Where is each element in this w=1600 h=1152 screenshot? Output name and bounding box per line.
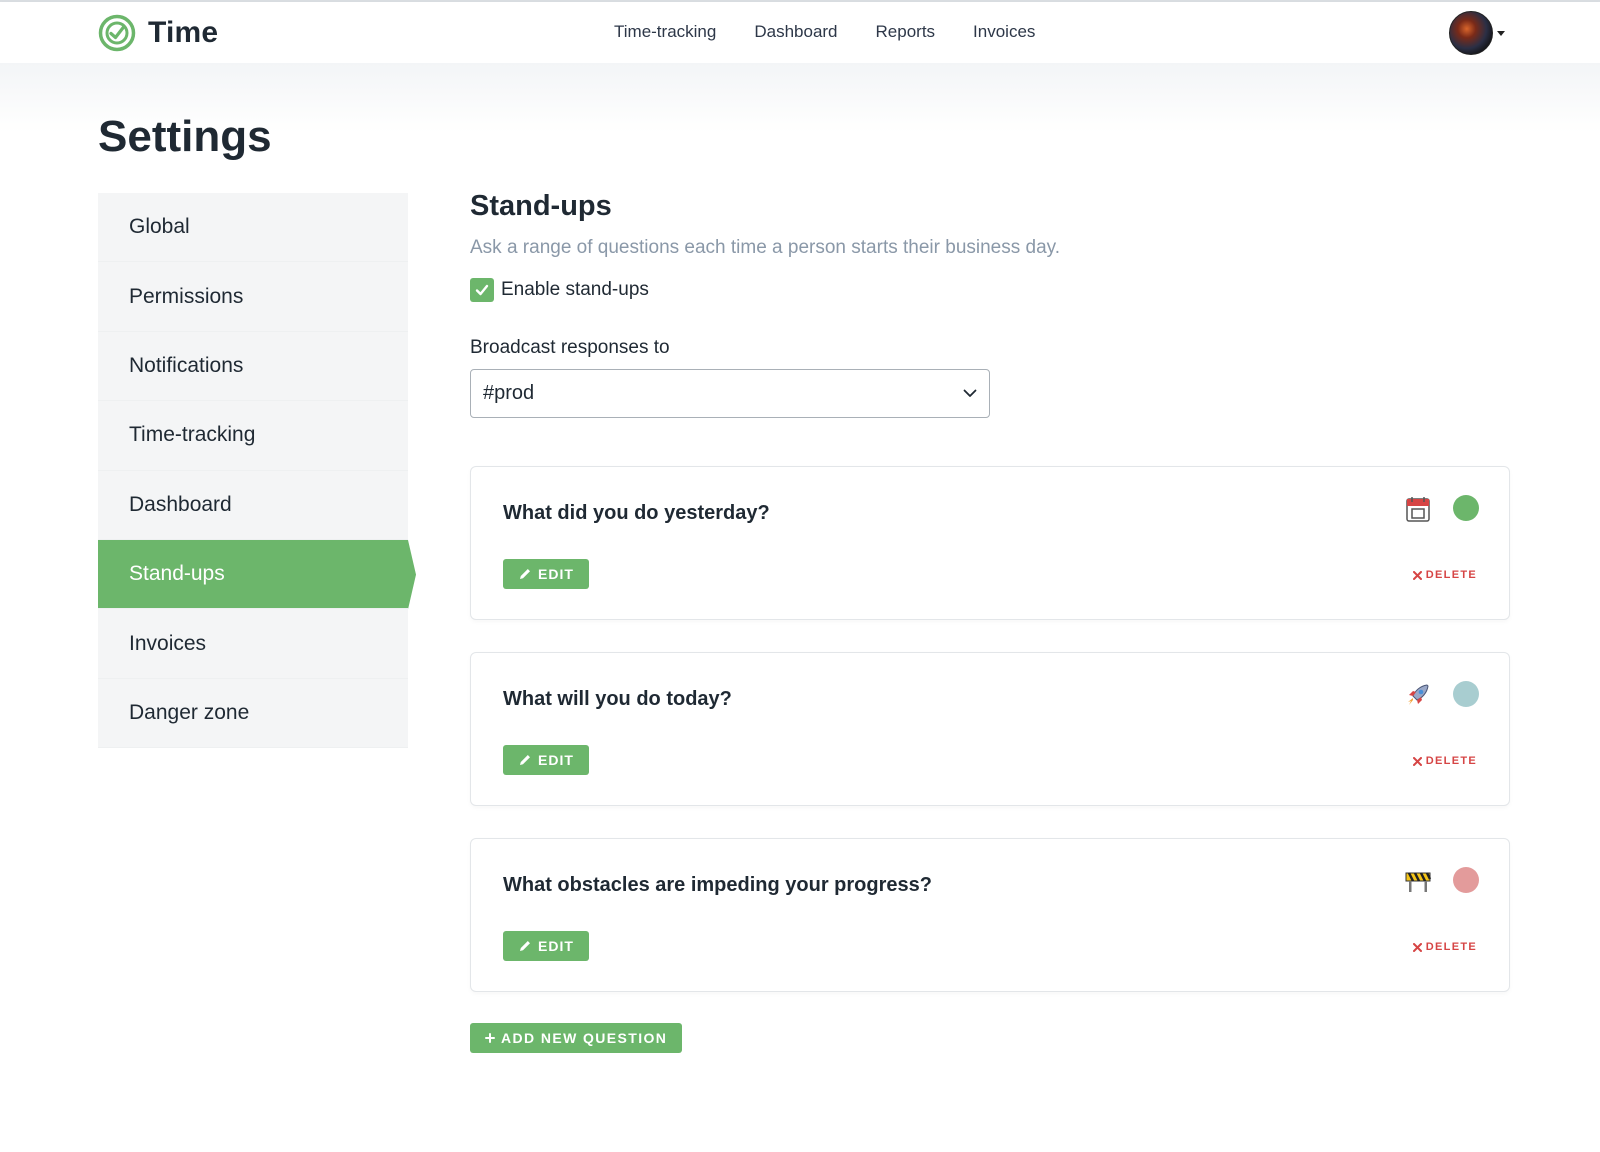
question-card: What did you do yesterday? EDIT DELETE	[470, 466, 1510, 620]
nav-link-time-tracking[interactable]: Time-tracking	[614, 22, 716, 42]
close-icon	[1412, 756, 1422, 766]
pencil-icon	[520, 569, 530, 579]
top-navbar: Time Time-tracking Dashboard Reports Inv…	[0, 2, 1600, 63]
question-color-swatch[interactable]	[1453, 495, 1479, 521]
delete-question-button[interactable]: DELETE	[1412, 569, 1477, 581]
delete-label: DELETE	[1425, 941, 1477, 953]
pencil-icon	[520, 941, 530, 951]
broadcast-channel-select[interactable]: #prod	[470, 369, 990, 418]
avatar[interactable]	[1449, 11, 1493, 55]
question-color-swatch[interactable]	[1453, 681, 1479, 707]
question-card: What obstacles are impeding your progres…	[470, 838, 1510, 992]
plus-icon	[485, 1033, 495, 1043]
sidebar-item-danger-zone[interactable]: Danger zone	[98, 679, 408, 749]
edit-label: EDIT	[538, 938, 574, 954]
sidebar-item-dashboard[interactable]: Dashboard	[98, 471, 408, 540]
question-card: What will you do today? EDIT DELETE	[470, 652, 1510, 806]
delete-label: DELETE	[1425, 569, 1477, 581]
checkmark-icon	[475, 284, 489, 296]
chevron-down-icon	[963, 389, 977, 397]
nav-link-invoices[interactable]: Invoices	[973, 22, 1035, 42]
enable-standups-label: Enable stand-ups	[501, 279, 649, 300]
enable-standups-toggle[interactable]: Enable stand-ups	[470, 278, 1510, 302]
page-title: Settings	[98, 112, 272, 161]
enable-standups-checkbox[interactable]	[470, 278, 494, 302]
nav-link-reports[interactable]: Reports	[876, 22, 936, 42]
settings-sidebar: Global Permissions Notifications Time-tr…	[98, 193, 416, 749]
sidebar-item-stand-ups[interactable]: Stand-ups	[98, 539, 416, 610]
standups-settings: Stand-ups Ask a range of questions each …	[470, 190, 1510, 418]
delete-question-button[interactable]: DELETE	[1412, 755, 1477, 767]
edit-question-button[interactable]: EDIT	[503, 745, 589, 775]
section-title: Stand-ups	[470, 190, 612, 222]
question-text: What will you do today?	[503, 688, 732, 710]
pencil-icon	[520, 755, 530, 765]
edit-label: EDIT	[538, 566, 574, 582]
add-new-question-button[interactable]: ADD NEW QUESTION	[470, 1023, 683, 1053]
question-text: What obstacles are impeding your progres…	[503, 874, 932, 896]
calendar-icon	[1406, 497, 1430, 522]
main-nav: Time-tracking Dashboard Reports Invoices	[614, 22, 1035, 42]
brand[interactable]: Time	[98, 14, 218, 52]
nav-link-dashboard[interactable]: Dashboard	[754, 22, 837, 42]
add-question-label: ADD NEW QUESTION	[501, 1030, 668, 1046]
close-icon	[1412, 942, 1422, 952]
delete-label: DELETE	[1425, 755, 1477, 767]
question-text: What did you do yesterday?	[503, 502, 770, 524]
sidebar-item-global[interactable]: Global	[98, 193, 408, 263]
construction-icon	[1405, 872, 1432, 892]
edit-question-button[interactable]: EDIT	[503, 559, 589, 589]
delete-question-button[interactable]: DELETE	[1412, 941, 1477, 953]
sidebar-item-notifications[interactable]: Notifications	[98, 332, 408, 402]
app-name: Time	[148, 16, 219, 49]
chevron-down-icon[interactable]	[1497, 30, 1505, 36]
section-subtitle: Ask a range of questions each time a per…	[470, 237, 1061, 258]
edit-label: EDIT	[538, 752, 574, 768]
broadcast-channel-value: #prod	[483, 382, 535, 404]
question-color-swatch[interactable]	[1453, 867, 1479, 893]
user-menu[interactable]	[1449, 11, 1505, 55]
time-logo-icon	[98, 14, 136, 52]
sidebar-item-time-tracking[interactable]: Time-tracking	[98, 401, 408, 471]
edit-question-button[interactable]: EDIT	[503, 931, 589, 961]
close-icon	[1412, 570, 1422, 580]
sidebar-item-invoices[interactable]: Invoices	[98, 609, 408, 679]
sidebar-item-permissions[interactable]: Permissions	[98, 262, 408, 332]
rocket-icon	[1408, 684, 1429, 705]
broadcast-label: Broadcast responses to	[470, 337, 670, 358]
